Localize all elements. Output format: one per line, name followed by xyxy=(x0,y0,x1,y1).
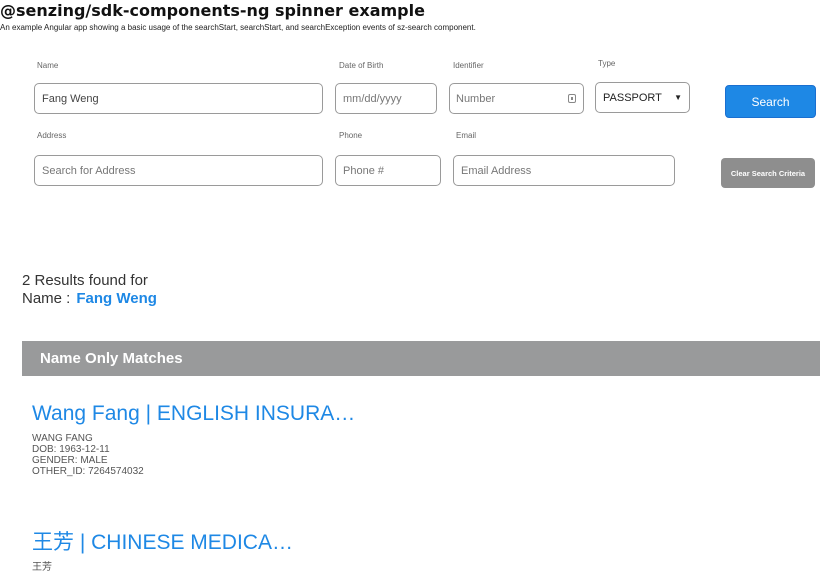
page-description: An example Angular app showing a basic u… xyxy=(0,23,476,32)
result-title-link[interactable]: Wang Fang | ENGLISH INSURA… xyxy=(32,402,355,426)
identifier-field-wrapper xyxy=(449,83,584,114)
result-item: 王芳 | CHINESE MEDICA… 王芳 xyxy=(32,531,293,573)
result-details: WANG FANG DOB: 1963-12-11 GENDER: MALE O… xyxy=(32,433,355,477)
type-select[interactable]: PASSPORT ▼ xyxy=(595,82,690,113)
dob-field[interactable] xyxy=(335,83,437,114)
phone-field[interactable] xyxy=(335,155,441,186)
name-only-matches-header: Name Only Matches xyxy=(22,341,820,376)
result-detail-name: 王芳 xyxy=(32,562,52,573)
clear-search-criteria-button[interactable]: Clear Search Criteria xyxy=(721,158,815,188)
name-field[interactable] xyxy=(34,83,323,114)
result-detail-dob: DOB: 1963-12-11 xyxy=(32,444,110,455)
dob-label: Date of Birth xyxy=(339,61,384,70)
id-card-icon[interactable] xyxy=(568,94,576,103)
result-details: 王芳 xyxy=(32,562,293,573)
result-detail-name: WANG FANG xyxy=(32,433,93,444)
results-count: 2 Results found for xyxy=(22,272,148,289)
email-field[interactable] xyxy=(453,155,675,186)
email-label: Email xyxy=(456,131,477,140)
chevron-down-icon: ▼ xyxy=(674,93,682,102)
page-title: @senzing/sdk-components-ng spinner examp… xyxy=(0,1,425,20)
search-button[interactable]: Search xyxy=(725,85,816,118)
result-detail-gender: GENDER: MALE xyxy=(32,455,108,466)
result-detail-other-id: OTHER_ID: 7264574032 xyxy=(32,466,144,477)
results-query: Name : Fang Weng xyxy=(22,290,157,308)
name-label: Name xyxy=(37,61,59,70)
results-summary: 2 Results found for Name : Fang Weng xyxy=(22,272,157,308)
result-item: Wang Fang | ENGLISH INSURA… WANG FANG DO… xyxy=(32,402,355,477)
result-title-link[interactable]: 王芳 | CHINESE MEDICA… xyxy=(32,531,293,555)
address-field[interactable] xyxy=(34,155,323,186)
type-selected-value: PASSPORT xyxy=(603,91,662,104)
phone-label: Phone xyxy=(339,131,363,140)
query-value: Fang Weng xyxy=(76,290,157,307)
query-label: Name : xyxy=(22,290,71,307)
identifier-field[interactable] xyxy=(456,84,546,113)
identifier-label: Identifier xyxy=(453,61,484,70)
type-label: Type xyxy=(598,59,616,68)
address-label: Address xyxy=(37,131,67,140)
